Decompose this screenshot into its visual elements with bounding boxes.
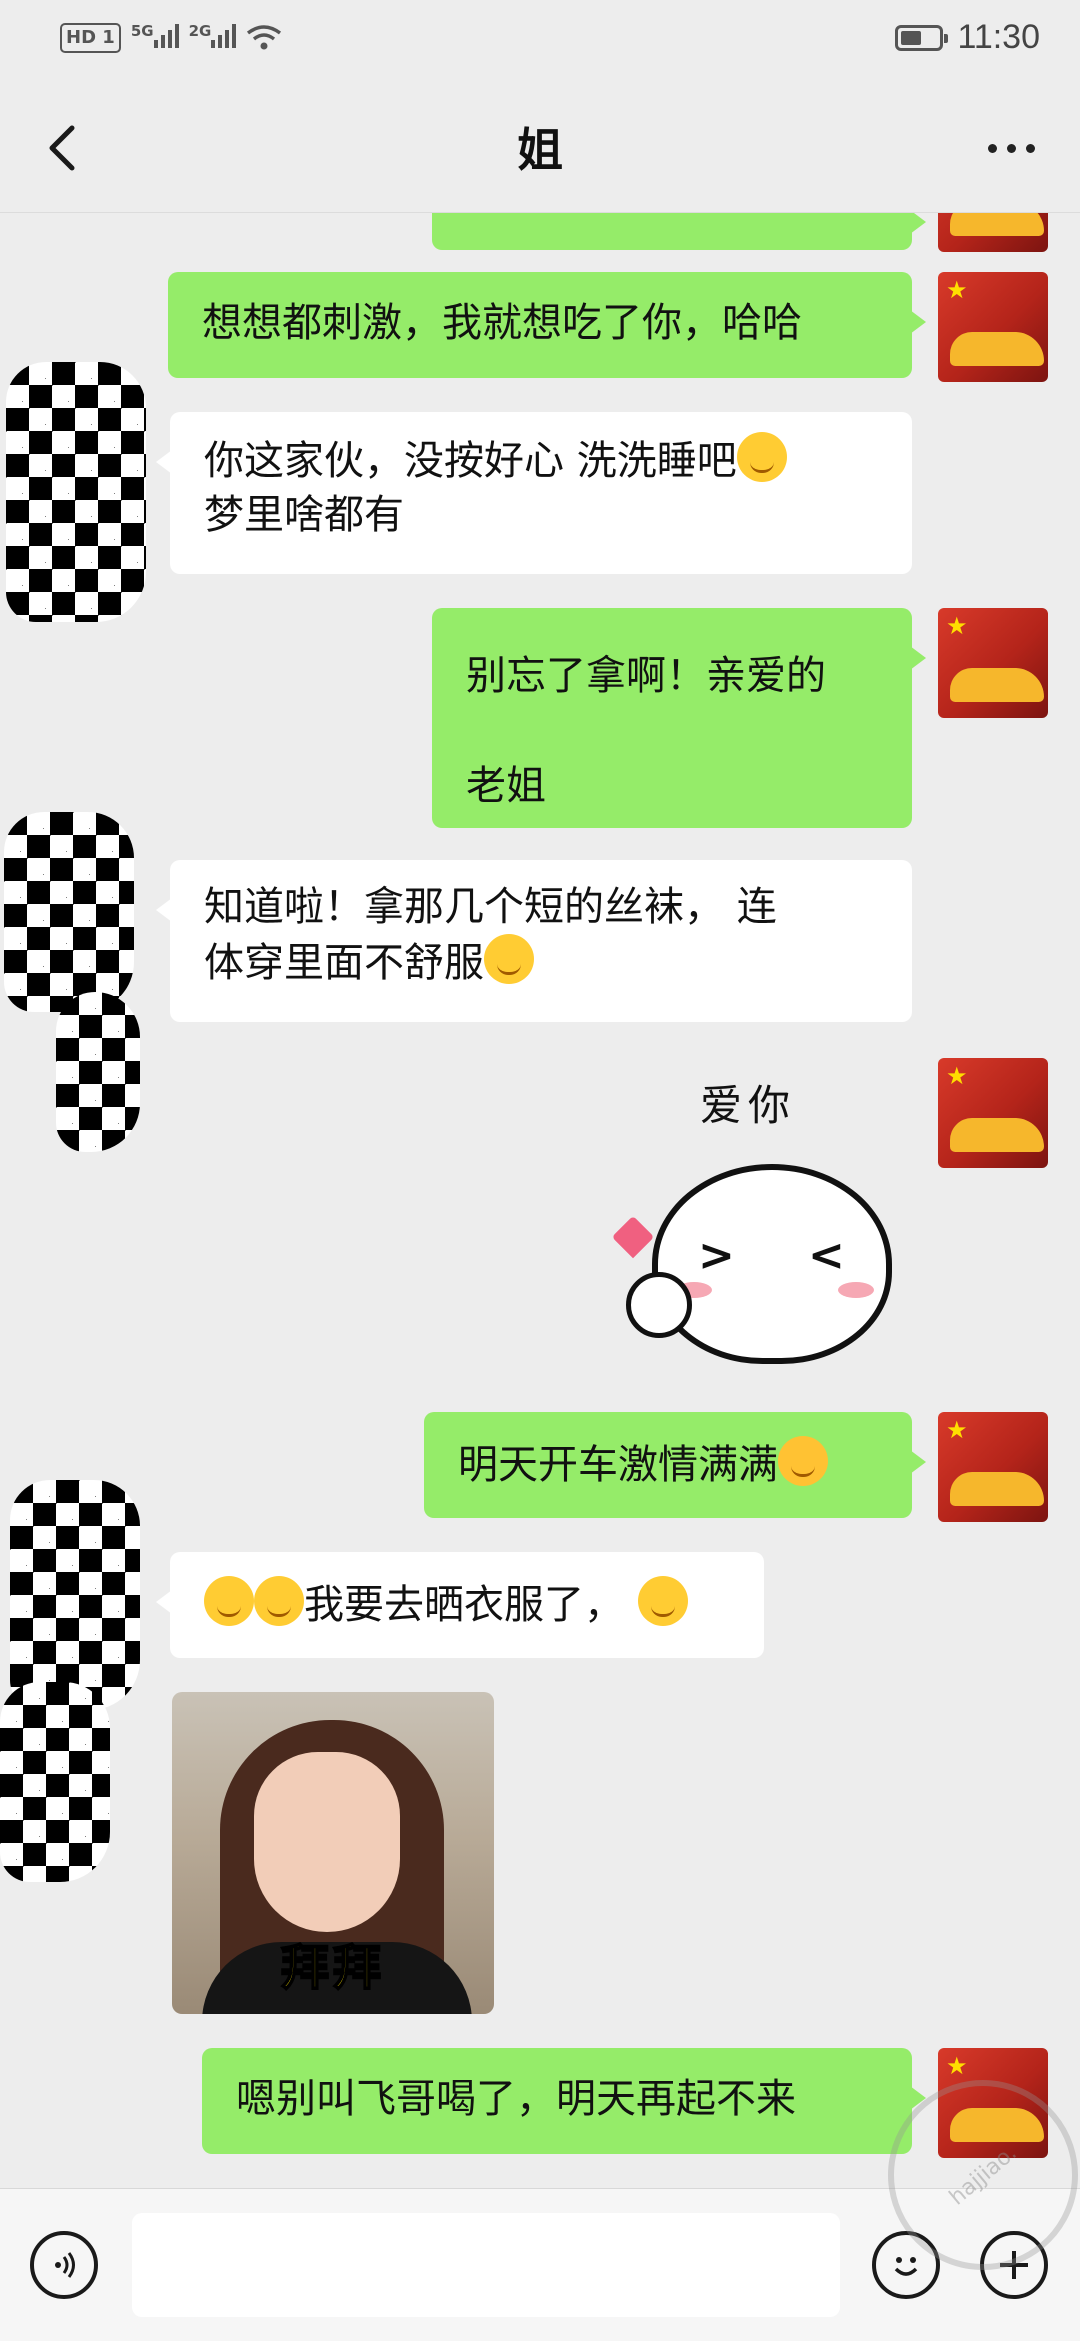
message-text: 别忘了拿啊！亲爱的 (466, 653, 826, 699)
redacted-avatar (4, 812, 134, 1012)
status-bar: HD 1 5G 2G 11:30 (0, 0, 1080, 80)
hushed-emoji-icon (254, 1576, 304, 1626)
image-message[interactable]: 拜拜 (172, 1692, 494, 2014)
message-bubble[interactable]: 你这家伙，没按好心 洗洗睡吧 梦里啥都有 (156, 412, 912, 574)
chat-title: 姐 (517, 123, 563, 177)
hushed-emoji-icon (204, 1576, 254, 1626)
message-input[interactable] (132, 2213, 840, 2317)
sticker-caption: 爱你 (700, 1081, 797, 1130)
my-avatar[interactable]: ★ (938, 272, 1048, 382)
my-avatar[interactable]: ★ (938, 2048, 1048, 2158)
input-bar (0, 2188, 1080, 2341)
status-right: 11:30 (895, 18, 1040, 57)
heart-icon (611, 1215, 655, 1259)
sticker-face: > < (652, 1164, 892, 1364)
image-caption: 拜拜 (280, 1939, 385, 1997)
message-text: 想想都刺激，我就想吃了你，哈哈 (202, 300, 802, 346)
wifi-icon (247, 25, 282, 50)
clock: 11:30 (957, 18, 1040, 56)
status-left: HD 1 5G 2G (60, 22, 282, 54)
sticker-message[interactable]: 爱你 > < (611, 1072, 902, 1372)
message-bubble[interactable]: 我要去晒衣服了， (156, 1552, 764, 1658)
signal-2g: 2G (189, 22, 237, 54)
thinking-emoji-icon (638, 1576, 688, 1626)
message-text: 体穿里面不舒服 (204, 934, 878, 990)
emoji-icon[interactable] (872, 2231, 940, 2299)
pensive-emoji-icon (484, 934, 534, 984)
my-avatar[interactable]: ★ (938, 1412, 1048, 1522)
message-text: 知道啦！拿那几个短的丝袜， 连 (204, 884, 777, 930)
message-text: 梦里啥都有 (204, 492, 404, 538)
signal-5g: 5G (131, 22, 179, 54)
redacted-avatar (0, 1682, 110, 1882)
message-bubble[interactable]: 别忘了拿啊！亲爱的 老姐 (432, 608, 926, 828)
chat-header: 姐 (0, 80, 1080, 213)
heart-eyes-emoji-icon (778, 1436, 828, 1486)
finger-heart-hand (626, 1272, 692, 1338)
message-text: 嗯别叫飞哥喝了，明天再起不来 (236, 2076, 796, 2122)
redacted-avatar (56, 992, 140, 1152)
redacted-avatar (10, 1480, 140, 1710)
my-avatar[interactable]: ★ (938, 212, 1048, 252)
message-bubble[interactable]: 想想都刺激，我就想吃了你，哈哈 (168, 272, 926, 378)
message-bubble-partial[interactable] (432, 212, 926, 250)
thinking-emoji-icon (736, 432, 787, 482)
message-bubble[interactable]: 知道啦！拿那几个短的丝袜， 连 体穿里面不舒服 (156, 860, 912, 1022)
message-text: 老姐 (466, 763, 546, 809)
more-options-icon[interactable] (976, 128, 1046, 168)
battery-icon (895, 24, 949, 51)
my-avatar[interactable]: ★ (938, 1058, 1048, 1168)
message-text: 我要去晒衣服了， (304, 1582, 624, 1628)
voice-icon[interactable] (30, 2231, 98, 2299)
message-bubble[interactable]: 明天开车激情满满 (424, 1412, 926, 1518)
message-bubble[interactable]: 嗯别叫飞哥喝了，明天再起不来 (202, 2048, 926, 2154)
message-list[interactable]: ★ 想想都刺激，我就想吃了你，哈哈 ★ 你这家伙，没按好心 洗洗睡吧 梦里啥都有… (0, 212, 1080, 2188)
my-avatar[interactable]: ★ (938, 608, 1048, 718)
message-text: 你这家伙，没按好心 洗洗睡吧 (204, 432, 878, 488)
redacted-avatar (6, 362, 146, 622)
plus-icon[interactable] (980, 2231, 1048, 2299)
hd-indicator: HD 1 (60, 23, 121, 53)
message-text: 明天开车激情满满 (458, 1442, 778, 1488)
